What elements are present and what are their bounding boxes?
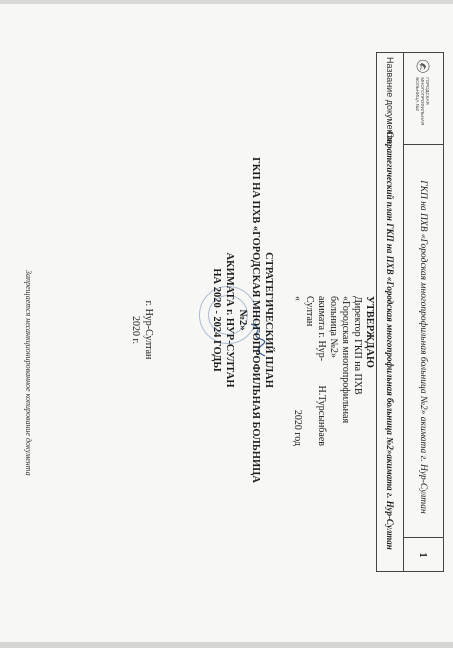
date-line: « 2020 год [291,296,303,446]
logo-cell: ГОРОДСКАЯ МНОГОПРОФИЛЬНАЯ БОЛЬНИЦА №2 [403,53,443,145]
main-title-line: НА 2020 - 2024 ГОДЫ [211,268,222,372]
main-title-block: СТРАТЕГИЧЕСКИЙ ПЛАН ГКП НА ПХВ «ГОРОДСКА… [210,150,275,490]
city-name: г. Нур-Султан [143,300,154,360]
main-title-line: СТРАТЕГИЧЕСКИЙ ПЛАН [263,252,274,388]
doc-name-row: Название документа: Стратегический план … [376,53,403,572]
approval-line: «Городская многопрофильная [340,296,351,424]
date-prefix: « [292,296,303,301]
approval-line: больница №2» [328,296,339,359]
hospital-emblem-icon [416,59,430,73]
rotated-page-content: ГОРОДСКАЯ МНОГОПРОФИЛЬНАЯ БОЛЬНИЦА №2 ГК… [0,0,453,648]
signature-line: акимата г. Нур-Султан Н.Турсынбаев [303,296,327,446]
document-header-frame: ГОРОДСКАЯ МНОГОПРОФИЛЬНАЯ БОЛЬНИЦА №2 ГК… [376,52,444,572]
year: 2020 г. [130,316,141,344]
document-page: ГОРОДСКАЯ МНОГОПРОФИЛЬНАЯ БОЛЬНИЦА №2 ГК… [0,0,453,648]
page-number: 1 [417,552,429,558]
place-year-block: г. Нур-Султан 2020 г. [129,230,155,430]
page-number-cell: 1 [403,537,443,572]
main-title-line: ГКП НА ПХВ «ГОРОДСКАЯ МНОГОПРОФИЛЬНАЯ БО… [237,157,261,483]
approval-title: УТВЕРЖДАЮ [364,296,375,368]
hospital-logo: ГОРОДСКАЯ МНОГОПРОФИЛЬНАЯ БОЛЬНИЦА №2 [407,59,439,139]
approval-line: акимата г. Нур-Султан [304,296,327,362]
logo-text: ГОРОДСКАЯ МНОГОПРОФИЛЬНАЯ БОЛЬНИЦА №2 [415,77,431,126]
header-title-row: ГКП на ПХВ «Городская многопрофильная бо… [403,145,443,572]
header-title: ГКП на ПХВ «Городская многопрофильная бо… [418,180,428,514]
approval-line: Директор ГКП на ПХВ [352,296,363,395]
approval-block: УТВЕРЖДАЮ Директор ГКП на ПХВ «Городская… [291,296,375,496]
main-title-line: АКИМАТА г. НУР-СУЛТАН [224,252,235,388]
doc-name-value: Стратегический план ГКП на ПХВ «Городска… [385,131,395,550]
copy-restriction-note: Запрещается несанкционированное копирова… [24,270,33,476]
date-suffix: 2020 год [292,409,303,446]
signatory-name: Н.Турсынбаев [316,385,327,446]
